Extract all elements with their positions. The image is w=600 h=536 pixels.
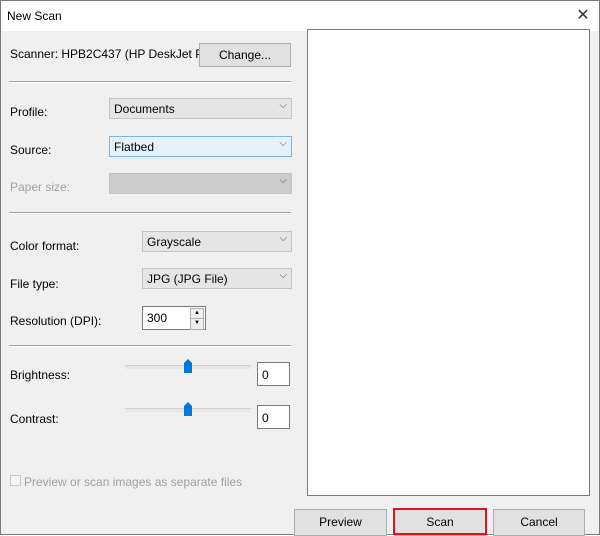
contrast-value-box[interactable]: 0 [257,405,290,429]
profile-dropdown[interactable]: Documents ⌵ [109,98,292,119]
resolution-label: Resolution (DPI): [10,314,102,328]
profile-label: Profile: [10,105,48,119]
file-type-label: File type: [10,277,59,291]
separator [9,212,291,214]
source-dropdown[interactable]: Flatbed ⌵ [109,136,292,157]
brightness-value: 0 [262,368,269,382]
preview-button[interactable]: Preview [294,509,387,536]
scan-button-highlight [393,508,487,535]
close-icon[interactable]: ✕ [569,3,597,29]
chevron-down-icon: ⌵ [279,100,287,111]
chevron-down-icon: ⌵ [279,138,287,149]
new-scan-window: New Scan ✕ Scanner: HPB2C437 (HP DeskJet… [0,0,600,536]
chevron-down-icon: ⌵ [279,270,287,281]
color-format-value: Grayscale [147,235,202,249]
brightness-slider-thumb[interactable] [184,359,192,373]
title-bar: New Scan ✕ [1,1,599,31]
spin-down-icon[interactable]: ▼ [190,318,204,330]
color-format-dropdown[interactable]: Grayscale ⌵ [142,231,292,252]
chevron-down-icon: ⌵ [279,233,287,244]
source-label: Source: [10,143,52,157]
file-type-dropdown[interactable]: JPG (JPG File) ⌵ [142,268,292,289]
contrast-label: Contrast: [10,412,59,426]
separate-files-checkbox[interactable] [10,475,21,486]
scanner-label: Scanner: HPB2C437 (HP DeskJet Pl... [10,47,216,61]
paper-size-dropdown: ⌵ [109,173,292,194]
chevron-down-icon: ⌵ [279,175,287,186]
cancel-button[interactable]: Cancel [493,509,585,536]
source-value: Flatbed [114,140,155,154]
window-title: New Scan [7,9,62,23]
color-format-label: Color format: [10,239,80,253]
scan-preview-area [307,29,590,496]
resolution-value: 300 [147,311,168,325]
brightness-label: Brightness: [10,368,71,382]
separator [9,345,291,347]
contrast-value: 0 [262,411,269,425]
separate-files-label: Preview or scan images as separate files [24,475,243,489]
paper-size-label: Paper size: [10,180,71,194]
change-scanner-button[interactable]: Change... [199,43,291,67]
brightness-value-box[interactable]: 0 [257,362,290,386]
file-type-value: JPG (JPG File) [147,272,228,286]
profile-value: Documents [114,102,175,116]
resolution-spinner[interactable]: 300 ▲ ▼ [142,306,206,330]
contrast-slider-thumb[interactable] [184,402,192,416]
separator [9,81,291,83]
